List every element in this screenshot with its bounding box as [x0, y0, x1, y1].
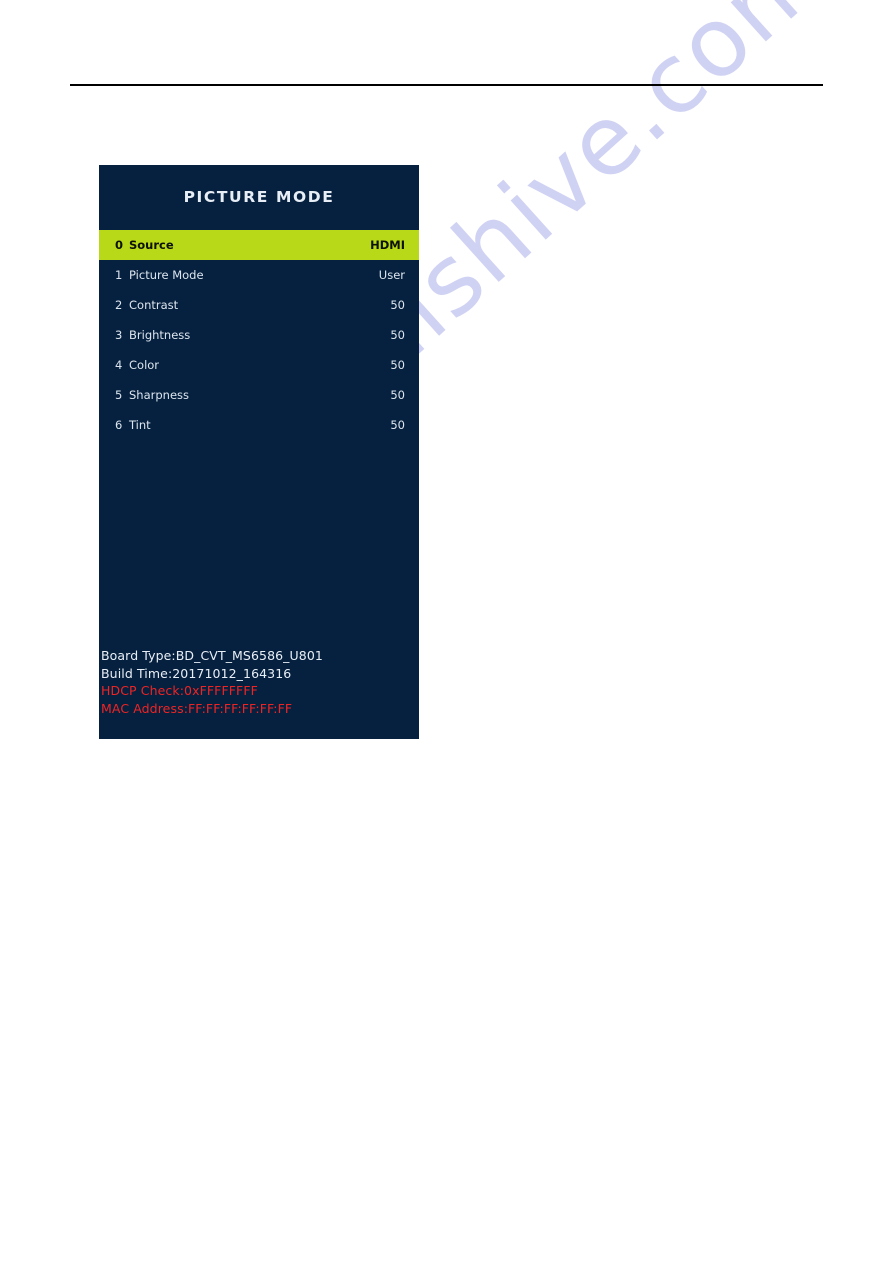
firmware-info-line: HDCP Check:0xFFFFFFFF — [101, 683, 258, 698]
menu-item-index: 0 — [115, 238, 124, 252]
osd-menu-item-sharpness[interactable]: 5 Sharpness 50 — [99, 380, 419, 410]
osd-menu-item-tint[interactable]: 6 Tint 50 — [99, 410, 419, 440]
osd-picture-mode-panel: PICTURE MODE 0 Source HDMI 1 Picture Mode Use… — [99, 165, 419, 739]
menu-item-label: Tint — [129, 418, 151, 432]
menu-item-value[interactable]: User — [379, 268, 419, 282]
menu-item-index: 2 — [115, 298, 123, 312]
firmware-info-line: Board Type:BD_CVT_MS6586_U801 — [101, 648, 323, 663]
header-rule-divider — [70, 84, 823, 86]
osd-menu-item-contrast[interactable]: 2 Contrast 50 — [99, 290, 419, 320]
menu-item-index: 3 — [115, 328, 123, 342]
menu-item-label: Color — [129, 358, 160, 372]
menu-item-index: 4 — [115, 358, 123, 372]
osd-firmware-info: Board Type:BD_CVT_MS6586_U801 Build Time:… — [99, 647, 419, 717]
menu-item-index: 5 — [115, 388, 123, 402]
osd-menu-item-brightness[interactable]: 3 Brightness 50 — [99, 320, 419, 350]
menu-item-index: 6 — [115, 418, 123, 432]
firmware-info-line: Build Time:20171012_164316 — [101, 665, 292, 681]
menu-item-label: Sharpness — [129, 388, 190, 402]
osd-menu-item-color[interactable]: 4 Color 50 — [99, 350, 419, 380]
menu-item-label: Picture Mode — [129, 268, 204, 282]
menu-item-value[interactable]: 50 — [390, 388, 419, 402]
menu-item-value[interactable]: 50 — [390, 418, 419, 432]
menu-item-value[interactable]: 50 — [390, 298, 419, 312]
menu-item-value[interactable]: HDMI — [370, 238, 419, 252]
osd-menu-item-source[interactable]: 0 Source HDMI — [99, 230, 419, 260]
osd-title: PICTURE MODE — [183, 188, 335, 206]
menu-item-label: Contrast — [129, 298, 179, 312]
osd-menu-list: 0 Source HDMI 1 Picture Mode User 2 Contrast 50 3… — [99, 230, 419, 440]
firmware-info-line: MAC Address:FF:FF:FF:FF:FF:FF — [101, 700, 293, 716]
menu-item-value[interactable]: 50 — [390, 358, 419, 372]
menu-item-label: Source — [129, 238, 174, 252]
menu-item-label: Brightness — [129, 328, 191, 342]
menu-item-index: 1 — [115, 268, 123, 282]
menu-item-value[interactable]: 50 — [390, 328, 419, 342]
osd-menu-item-picture-mode[interactable]: 1 Picture Mode User — [99, 260, 419, 290]
